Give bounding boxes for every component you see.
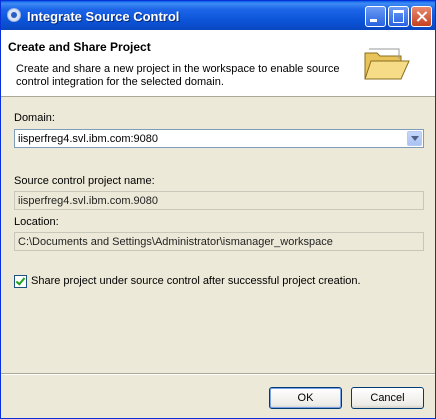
window-title: Integrate Source Control xyxy=(27,9,180,24)
ok-button[interactable]: OK xyxy=(269,387,342,409)
app-icon xyxy=(7,8,21,22)
domain-label: Domain: xyxy=(14,112,55,124)
close-button[interactable] xyxy=(411,6,432,27)
dialog-window: Integrate Source Control Create and Shar… xyxy=(0,0,436,419)
domain-select[interactable]: iisperfreg4.svl.ibm.com:9080 xyxy=(14,129,424,148)
location-field[interactable]: C:\Documents and Settings\Administrator\… xyxy=(14,232,424,251)
share-project-label[interactable]: Share project under source control after… xyxy=(31,275,361,287)
maximize-button[interactable] xyxy=(388,6,409,27)
location-value: C:\Documents and Settings\Administrator\… xyxy=(18,236,333,248)
project-name-value: iisperfreg4.svl.ibm.com.9080 xyxy=(18,195,159,207)
open-folder-icon xyxy=(364,48,410,80)
project-name-label: Source control project name: xyxy=(14,175,155,187)
domain-value: iisperfreg4.svl.ibm.com:9080 xyxy=(18,133,159,145)
title-bar[interactable]: Integrate Source Control xyxy=(1,1,435,30)
project-name-field[interactable]: iisperfreg4.svl.ibm.com.9080 xyxy=(14,191,424,210)
header-banner: Create and Share Project Create and shar… xyxy=(1,30,435,97)
button-separator xyxy=(1,373,435,375)
share-project-checkbox[interactable] xyxy=(14,275,27,288)
page-description: Create and share a new project in the wo… xyxy=(16,63,340,88)
location-label: Location: xyxy=(14,216,59,228)
chevron-down-icon[interactable] xyxy=(407,131,422,146)
minimize-button[interactable] xyxy=(365,6,386,27)
cancel-button[interactable]: Cancel xyxy=(351,387,424,409)
page-title: Create and Share Project xyxy=(8,40,151,54)
